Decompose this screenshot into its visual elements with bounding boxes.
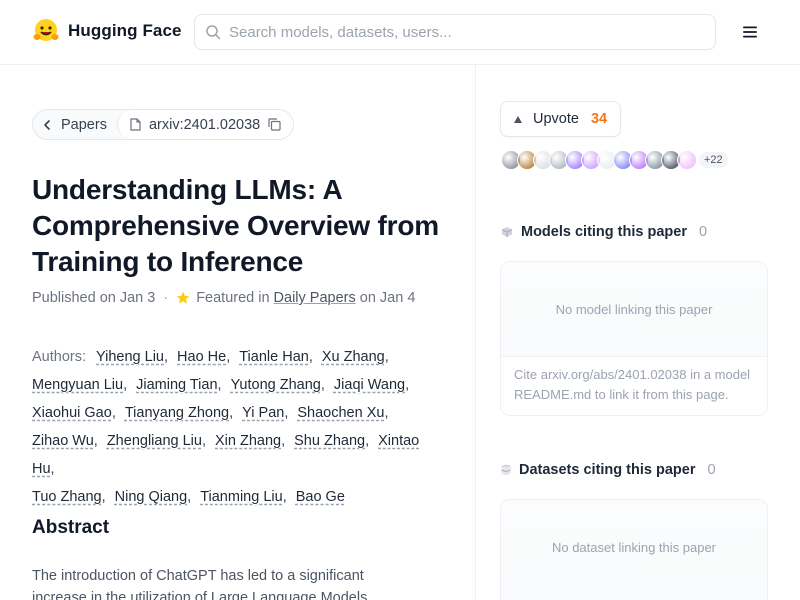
models-empty-state: No model linking this paper (501, 262, 767, 357)
more-upvoters-badge[interactable]: +22 (699, 152, 728, 168)
authors-list: Authors: Yiheng Liu, Hao He, Tianle Han, Xu … (32, 349, 420, 505)
search-bar[interactable] (194, 14, 716, 50)
paper-meta: Published on Jan 3 · Featured in Daily P… (32, 290, 415, 306)
star-icon (176, 291, 190, 304)
meta-separator: · (163, 290, 169, 306)
breadcrumb: Papers arxiv:2401.02038 (32, 109, 295, 140)
paper-id-chip: arxiv:2401.02038 (116, 110, 294, 139)
author-link[interactable]: Bao Ge (296, 489, 345, 505)
top-navbar: Hugging Face (0, 0, 800, 65)
search-input[interactable] (229, 23, 699, 41)
paper-id: arxiv:2401.02038 (148, 116, 261, 133)
author-link[interactable]: Yi Pan (242, 405, 284, 421)
featured-date: on Jan 4 (359, 290, 416, 306)
author-link[interactable]: Tianle Han (239, 349, 309, 365)
models-heading: Models citing this paper (521, 224, 687, 240)
datasets-card: No dataset linking this paper (500, 499, 768, 600)
upvote-label: Upvote (533, 111, 579, 127)
column-divider (475, 65, 476, 600)
models-cite-hint: Cite arxiv.org/abs/2401.02038 in a model… (501, 357, 767, 415)
author-link[interactable]: Zihao Wu (32, 433, 94, 449)
brand-logo[interactable]: Hugging Face (32, 17, 182, 45)
author-link[interactable]: Mengyuan Liu (32, 377, 123, 393)
author-link[interactable]: Jiaming Tian (136, 377, 217, 393)
hugging-face-logo-icon (33, 19, 59, 41)
models-section-heading: Models citing this paper 0 (501, 224, 707, 240)
author-link[interactable]: Xu Zhang (322, 349, 385, 365)
abstract-heading: Abstract (32, 517, 110, 538)
triangle-up-icon (514, 115, 522, 123)
back-to-papers-link[interactable]: Papers (33, 110, 117, 139)
chevron-left-icon (44, 119, 50, 130)
copy-button[interactable] (268, 118, 281, 131)
datasets-empty-state: No dataset linking this paper (501, 500, 767, 595)
datasets-heading: Datasets citing this paper (519, 462, 696, 478)
author-link[interactable]: Tianyang Zhong (125, 405, 229, 421)
published-date: Published on Jan 3 (32, 290, 156, 306)
author-link[interactable]: Zhengliang Liu (107, 433, 202, 449)
models-count: 0 (698, 224, 708, 240)
cube-icon (501, 227, 513, 237)
back-label: Papers (61, 116, 107, 133)
author-link[interactable]: Xin Zhang (215, 433, 281, 449)
author-link[interactable]: Jiaqi Wang (334, 377, 405, 393)
upvote-button[interactable]: Upvote 34 (500, 101, 621, 137)
copy-icon (268, 118, 281, 131)
author-link[interactable]: Yiheng Liu (96, 349, 164, 365)
datasets-count: 0 (707, 462, 716, 478)
menu-button[interactable] (738, 22, 762, 42)
upvote-count: 34 (590, 111, 608, 127)
author-link[interactable]: Hao He (177, 349, 226, 365)
author-link[interactable]: Yutong Zhang (231, 377, 321, 393)
models-card: No model linking this paper Cite arxiv.o… (500, 261, 768, 416)
datasets-section-heading: Datasets citing this paper 0 (501, 462, 716, 478)
upvoter-avatar[interactable] (677, 150, 697, 170)
daily-papers-link[interactable]: Daily Papers (274, 290, 356, 306)
featured-prefix: Featured in (196, 290, 270, 306)
author-link[interactable]: Shaochen Xu (297, 405, 384, 421)
author-link[interactable]: Tianming Liu (200, 489, 282, 505)
author-link[interactable]: Ning Qiang (115, 489, 188, 505)
author-link[interactable]: Shu Zhang (294, 433, 365, 449)
document-icon (130, 118, 141, 131)
paper-title: Understanding LLMs: A Comprehensive Over… (32, 174, 439, 277)
abstract-text: The introduction of ChatGPT has led to a… (32, 568, 368, 600)
upvoter-avatars: +22 (501, 149, 728, 171)
brand-name: Hugging Face (68, 21, 182, 40)
hamburger-menu-icon (743, 26, 757, 38)
search-icon (206, 25, 221, 40)
database-icon (501, 464, 511, 475)
author-link[interactable]: Tuo Zhang (32, 489, 102, 505)
authors-label: Authors: (32, 349, 86, 365)
author-link[interactable]: Xiaohui Gao (32, 405, 112, 421)
